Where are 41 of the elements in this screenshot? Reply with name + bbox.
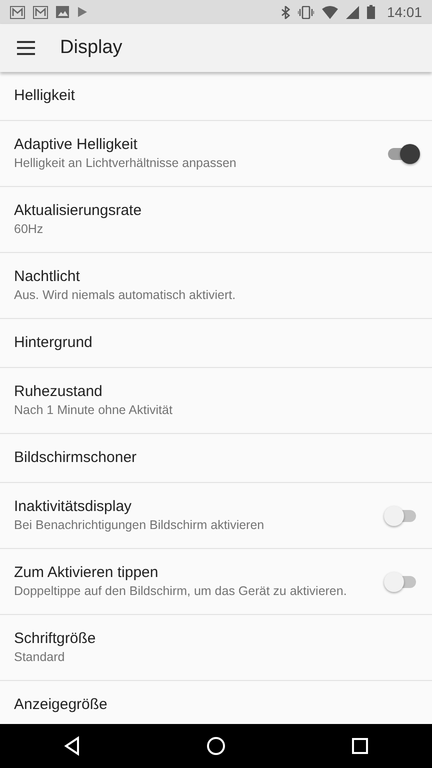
setting-summary: Aus. Wird niemals automatisch aktiviert. <box>14 286 237 304</box>
setting-title: Aktualisierungsrate <box>14 201 143 220</box>
setting-summary: Standard <box>14 648 66 666</box>
settings-row[interactable]: Ruhezustand Nach 1 Minute ohne Aktivität <box>0 368 432 434</box>
setting-summary: Nach 1 Minute ohne Aktivität <box>14 402 174 418</box>
vibrate-icon <box>298 6 314 18</box>
setting-title: Nachtlicht <box>14 267 81 286</box>
settings-row[interactable]: Bildschirmschoner <box>0 434 432 483</box>
setting-title: Hintergrund <box>14 333 94 353</box>
wifi-icon <box>322 6 338 18</box>
settings-row[interactable]: Hintergrund <box>0 319 432 368</box>
settings-row[interactable]: Zum Aktivieren tippen Doppeltippe auf den Bildschirm, um das Gerät zu aktivieren. <box>0 549 432 615</box>
setting-summary: Doppeltippe auf den Bildschirm, um das Gerät zu aktivieren. <box>14 582 348 600</box>
setting-title: Schriftgröße <box>14 629 97 648</box>
setting-title: Zum Aktivieren tippen <box>14 563 160 582</box>
setting-summary: 60Hz <box>14 220 44 238</box>
settings-row[interactable]: Nachtlicht Aus. Wird niemals automatisch aktiviert. <box>0 253 432 319</box>
menu-icon <box>17 41 35 55</box>
bluetooth-icon <box>280 6 290 18</box>
setting-title: Anzeigegröße <box>14 695 108 715</box>
battery-icon <box>366 5 375 19</box>
play-icon <box>77 6 88 18</box>
setting-title: Helligkeit <box>14 86 76 106</box>
clock: 14:01 <box>386 2 422 22</box>
home-button[interactable] <box>204 734 228 758</box>
setting-summary: Helligkeit an Lichtverhältnisse anpassen <box>14 154 238 172</box>
setting-title: Inaktivitätsdisplay <box>14 497 133 516</box>
setting-summary: Bei Benachrichtigungen Bildschirm aktivieren <box>14 516 266 534</box>
mail-icon <box>10 6 25 18</box>
screen-title: Display <box>60 36 122 60</box>
setting-title: Bildschirmschoner <box>14 448 138 468</box>
signal-icon <box>346 6 359 18</box>
setting-title: Ruhezustand <box>14 382 104 402</box>
settings-row[interactable]: Helligkeit <box>0 72 432 121</box>
settings-row[interactable]: Adaptive Helligkeit Helligkeit an Lichtverhältnisse anpassen <box>0 121 432 187</box>
image-icon <box>56 6 69 18</box>
settings-row[interactable]: Schriftgröße Standard <box>0 615 432 681</box>
setting-title: Adaptive Helligkeit <box>14 135 138 154</box>
settings-row[interactable]: Inaktivitätsdisplay Bei Benachrichtigungen Bildschirm aktivieren <box>0 483 432 549</box>
mail-icon <box>33 6 48 18</box>
settings-row[interactable]: Aktualisierungsrate 60Hz <box>0 187 432 253</box>
